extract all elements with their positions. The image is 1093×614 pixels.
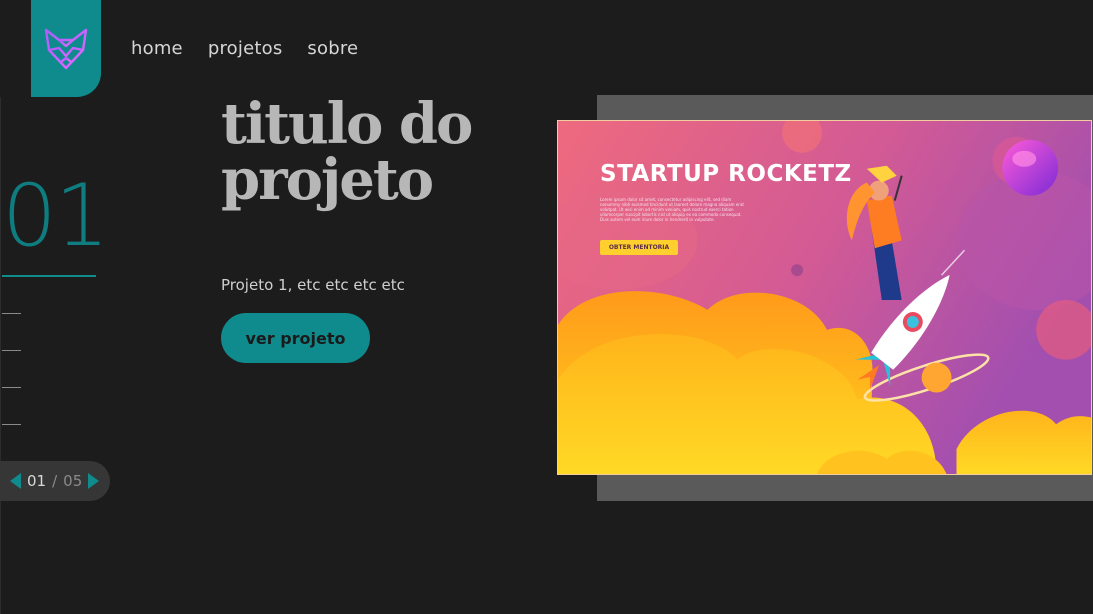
hero-body-text: Lorem ipsum dolor sit amet, consectetur … [600,197,744,222]
nav-projetos[interactable]: projetos [208,38,283,59]
triangle-right-icon[interactable] [88,473,100,489]
slide-indicator[interactable] [2,350,21,351]
nav-sobre[interactable]: sobre [307,38,358,59]
project-preview-image[interactable]: STARTUP ROCKETZ Lorem ipsum dolor sit am… [557,120,1092,475]
pager-current: 01 [27,472,47,490]
project-description: Projeto 1, etc etc etc etc [221,276,405,294]
view-project-button[interactable]: ver projeto [221,313,370,363]
triangle-left-icon[interactable] [10,473,21,489]
slide-indicator[interactable] [2,424,21,425]
project-title: titulo do projeto [221,91,473,213]
pager-separator: / [52,472,58,490]
fox-icon [44,28,88,69]
nav-home[interactable]: home [131,38,183,59]
main-nav: home projetos sobre [131,38,358,59]
left-rule [0,97,1,614]
hero-title: STARTUP ROCKETZ [600,161,852,187]
slide-indicator[interactable] [2,313,21,314]
hero-mentoria-button[interactable]: OBTER MENTORIA [600,240,678,255]
slide-number: 01 [2,166,109,266]
slide-indicator[interactable] [2,387,21,388]
logo[interactable] [31,0,101,97]
slide-pager: 01 / 05 [0,461,110,501]
slide-number-underline [2,275,96,277]
pager-total: 05 [63,472,83,490]
